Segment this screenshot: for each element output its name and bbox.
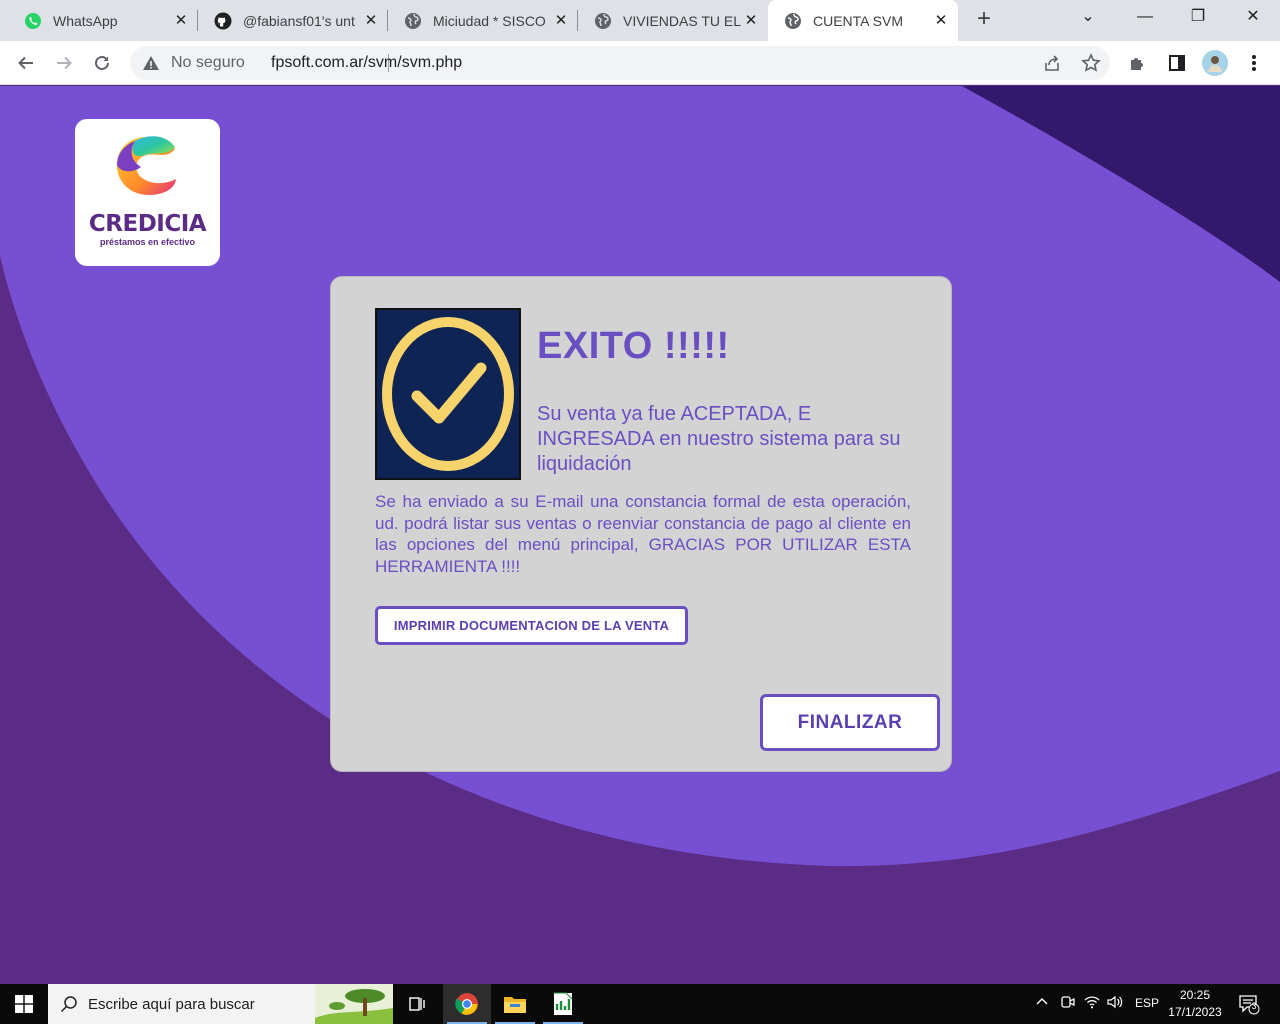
close-tab-icon[interactable]: ✕ (362, 12, 380, 30)
meet-now-icon[interactable] (1060, 994, 1076, 1013)
clock-date: 17/1/2023 (1168, 1005, 1222, 1019)
tab-cuenta-svm[interactable]: CUENTA SVM ✕ (768, 0, 958, 41)
spreadsheet-app-icon[interactable] (539, 984, 587, 1024)
tab-whatsapp[interactable]: WhatsApp ✕ (8, 0, 198, 41)
side-panel-icon[interactable] (1161, 47, 1193, 79)
success-check-icon (375, 308, 521, 480)
tab-miciudad[interactable]: Miciudad * SISCO ✕ (388, 0, 578, 41)
avatar[interactable] (1199, 47, 1231, 79)
task-view-icon[interactable] (392, 984, 440, 1024)
tab-title: Miciudad * SISCO (433, 12, 546, 29)
tab-title: WhatsApp (53, 12, 118, 29)
github-icon (214, 12, 232, 30)
windows-start-icon[interactable] (0, 984, 48, 1024)
credicia-logo[interactable]: CREDICIA préstamos en efectivo (75, 119, 220, 266)
success-title: EXITO !!!!! (537, 325, 730, 367)
restore-button[interactable]: ❐ (1173, 0, 1223, 36)
browser-menu-icon[interactable] (1238, 47, 1270, 79)
reload-button[interactable] (86, 47, 118, 79)
finish-button[interactable]: FINALIZAR (760, 694, 940, 751)
notifications-icon[interactable]: 3 (1238, 993, 1260, 1018)
bookmark-star-icon[interactable] (1080, 52, 1102, 74)
close-tab-icon[interactable]: ✕ (552, 12, 570, 30)
file-explorer-icon[interactable] (491, 984, 539, 1024)
globe-icon (404, 12, 422, 30)
close-window-button[interactable]: ✕ (1228, 0, 1278, 36)
browser-toolbar: No seguro fpsoft.com.ar/svm/svm.php (0, 41, 1280, 85)
tab-github[interactable]: @fabiansf01's unt ✕ (198, 0, 388, 41)
search-placeholder: Escribe aquí para buscar (88, 996, 255, 1013)
tab-viviendas[interactable]: VIVIENDAS TU EL ✕ (578, 0, 768, 41)
tab-search-icon[interactable]: ⌄ (1063, 0, 1113, 36)
taskbar-search-box[interactable]: Escribe aquí para buscar (48, 984, 393, 1024)
address-bar[interactable]: No seguro fpsoft.com.ar/svm/svm.php (130, 46, 1110, 80)
security-status[interactable]: No seguro (171, 54, 245, 72)
show-hidden-icons[interactable] (1035, 994, 1049, 1011)
whatsapp-icon (24, 12, 42, 30)
tab-title: @fabiansf01's unt (243, 12, 355, 29)
page-content: CREDICIA préstamos en efectivo EXITO !!!… (0, 86, 1280, 984)
warning-icon[interactable] (142, 54, 160, 77)
search-highlight-image (315, 984, 393, 1024)
minimize-button[interactable]: — (1120, 0, 1170, 36)
search-icon (60, 995, 78, 1018)
globe-icon (594, 12, 612, 30)
new-tab-button[interactable]: + (970, 6, 998, 34)
close-tab-icon[interactable]: ✕ (932, 12, 950, 30)
close-tab-icon[interactable]: ✕ (172, 12, 190, 30)
url-text[interactable]: fpsoft.com.ar/svm/svm.php (271, 54, 462, 72)
windows-taskbar: Escribe aquí para buscar ESP 20:25 17/1/… (0, 984, 1280, 1024)
extensions-icon[interactable] (1122, 47, 1154, 79)
forward-button[interactable] (48, 47, 80, 79)
clock-time: 20:25 (1179, 988, 1211, 1002)
share-icon[interactable] (1041, 52, 1063, 74)
globe-icon (784, 12, 802, 30)
print-documentation-button[interactable]: IMPRIMIR DOCUMENTACION DE LA VENTA (375, 606, 688, 645)
success-subtitle: Su venta ya fue ACEPTADA, E INGRESADA en… (537, 403, 901, 475)
brand-name: CREDICIA (88, 211, 207, 237)
brand-tagline: préstamos en efectivo (99, 237, 196, 247)
tab-strip: WhatsApp ✕ @fabiansf01's unt ✕ Miciudad … (0, 0, 1280, 41)
chrome-taskbar-icon[interactable] (443, 984, 491, 1024)
input-language[interactable]: ESP (1135, 996, 1159, 1010)
volume-icon[interactable] (1106, 994, 1124, 1013)
back-button[interactable] (10, 47, 42, 79)
success-panel: EXITO !!!!! Su venta ya fue ACEPTADA, E … (330, 276, 952, 772)
tab-title: CUENTA SVM (813, 12, 903, 29)
wifi-icon[interactable] (1084, 994, 1100, 1013)
success-message: Se ha enviado a su E-mail una constancia… (375, 492, 911, 576)
tab-title: VIVIENDAS TU EL (623, 12, 742, 29)
notification-count: 3 (1251, 1001, 1257, 1011)
taskbar-clock[interactable]: 20:25 17/1/2023 (1164, 987, 1226, 1021)
close-tab-icon[interactable]: ✕ (742, 12, 760, 30)
logo-mark (116, 136, 176, 195)
